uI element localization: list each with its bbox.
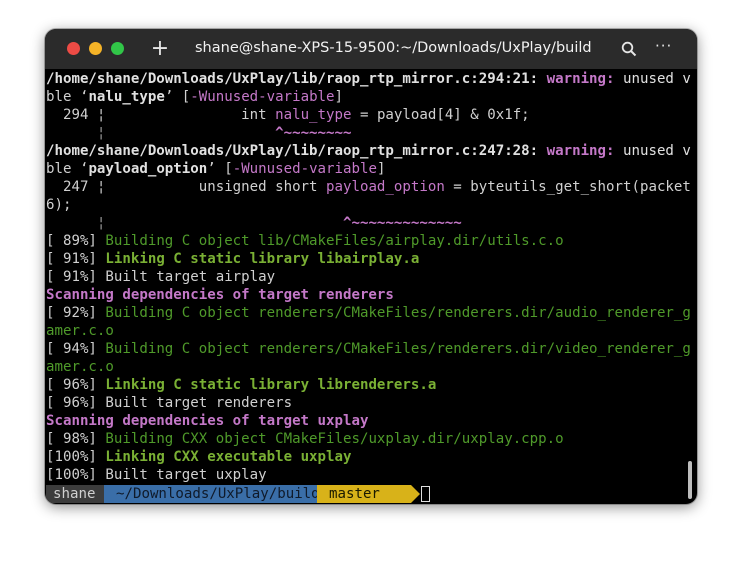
build-step: Building CXX object CMakeFiles/uxplay.di… (105, 431, 564, 447)
prompt-branch: master (317, 485, 411, 503)
terminal-line: ble ‘payload_option’ [-Wunused-variable] (46, 160, 691, 178)
warning-text: ’ [ (164, 89, 191, 105)
link-step: Linking C static library libairplay.a (105, 251, 420, 267)
source-line: = byteutils_get_short(packet, (444, 179, 691, 195)
build-step: Building C object renderers/CMakeFiles/r… (105, 341, 691, 357)
gutter: ¦ (46, 125, 276, 141)
warning-text: ’ [ (207, 161, 233, 177)
build-status: [ 91%] Built target airplay (46, 269, 276, 285)
terminal-line: [ 96%] Linking C static library librende… (46, 376, 691, 394)
terminal-line: ble ‘nalu_type’ [-Wunused-variable] (46, 88, 691, 106)
branch-name: master (329, 486, 380, 502)
warning-location: /home/shane/Downloads/UxPlay/lib/raop_rt… (46, 71, 539, 87)
caret-marker: ^~~~~~~~~ (275, 125, 352, 141)
prompt-separator (411, 485, 420, 503)
terminal-line: [ 96%] Built target renderers (46, 394, 691, 412)
scan-step: Scanning dependencies of target uxplay (46, 413, 369, 429)
build-step: Building C object renderers/CMakeFiles/r… (105, 305, 691, 321)
build-progress: [ 96%] (46, 377, 106, 393)
terminal-line: [ 94%] Building C object renderers/CMake… (46, 340, 691, 358)
link-step: Linking CXX executable uxplay (105, 449, 352, 465)
build-progress: [ 98%] (46, 431, 106, 447)
variable-name: payload_option (88, 161, 208, 177)
terminal-output[interactable]: /home/shane/Downloads/UxPlay/lib/raop_rt… (46, 70, 691, 484)
title-bar: + shane@shane-XPS-15-9500:~/Downloads/Ux… (45, 29, 697, 69)
terminal-line: Scanning dependencies of target uxplay (46, 412, 691, 430)
terminal-line: Scanning dependencies of target renderer… (46, 286, 691, 304)
warning-text: ] (376, 161, 386, 177)
prompt-path: ~/Downloads/UxPlay/build (104, 485, 320, 503)
terminal-line: [ 98%] Building CXX object CMakeFiles/ux… (46, 430, 691, 448)
terminal-line: [ 91%] Linking C static library libairpl… (46, 250, 691, 268)
terminal-line: [ 89%] Building C object lib/CMakeFiles/… (46, 232, 691, 250)
build-status: [ 96%] Built target renderers (46, 395, 293, 411)
terminal-line: amer.c.o (46, 358, 691, 376)
terminal-line: /home/shane/Downloads/UxPlay/lib/raop_rt… (46, 142, 691, 160)
terminal-line: /home/shane/Downloads/UxPlay/lib/raop_rt… (46, 70, 691, 88)
terminal-line: 294 ¦ int nalu_type = payload[4] & 0x1f; (46, 106, 691, 124)
warning-location: /home/shane/Downloads/UxPlay/lib/raop_rt… (46, 143, 539, 159)
terminal-window: + shane@shane-XPS-15-9500:~/Downloads/Ux… (45, 29, 697, 504)
close-button[interactable] (67, 42, 80, 55)
source-line: 6); (46, 197, 72, 213)
caret-marker: ^~~~~~~~~~~~~~ (342, 215, 462, 231)
terminal-line: amer.c.o (46, 322, 691, 340)
terminal-line: ¦ ^~~~~~~~~ (46, 124, 691, 142)
search-icon[interactable] (621, 41, 637, 57)
source-highlight: nalu_type (275, 107, 352, 123)
terminal-line: [100%] Linking CXX executable uxplay (46, 448, 691, 466)
build-progress: [ 92%] (46, 305, 106, 321)
prompt-user: shane (46, 485, 104, 503)
minimize-button[interactable] (89, 42, 102, 55)
text-cursor[interactable] (421, 486, 430, 502)
terminal-line: [ 91%] Built target airplay (46, 268, 691, 286)
warning-flag: -Wunused-variable (190, 89, 335, 105)
terminal-line: 247 ¦ unsigned short payload_option = by… (46, 178, 691, 196)
build-progress: [100%] (46, 449, 106, 465)
scan-step: Scanning dependencies of target renderer… (46, 287, 394, 303)
new-tab-button[interactable]: + (148, 37, 172, 61)
build-progress: [ 91%] (46, 251, 106, 267)
window-title: shane@shane-XPS-15-9500:~/Downloads/UxPl… (195, 40, 592, 56)
terminal-line: [100%] Built target uxplay (46, 466, 691, 484)
maximize-button[interactable] (111, 42, 124, 55)
build-status: [100%] Built target uxplay (46, 467, 267, 483)
warning-label: warning: (538, 71, 615, 87)
warning-text: unused varia (623, 71, 691, 87)
source-line: 294 ¦ int (46, 107, 276, 123)
terminal-line: ¦ ^~~~~~~~~~~~~~ (46, 214, 691, 232)
menu-button[interactable]: ··· (655, 37, 672, 55)
warning-label: warning: (538, 143, 615, 159)
source-highlight: payload_option (326, 179, 445, 195)
build-progress: [ 89%] (46, 233, 106, 249)
source-line: 247 ¦ unsigned short (46, 179, 327, 195)
warning-text: ble ‘ (46, 161, 89, 177)
gutter: ¦ (46, 215, 343, 231)
warning-text: ble ‘ (46, 89, 89, 105)
scrollbar[interactable] (688, 461, 692, 499)
source-line: = payload[4] & 0x1f; (351, 107, 530, 123)
variable-name: nalu_type (88, 89, 165, 105)
warning-text: unused varia (623, 143, 691, 159)
build-step: Building C object lib/CMakeFiles/airplay… (105, 233, 564, 249)
warning-flag: -Wunused-variable (232, 161, 377, 177)
build-step: amer.c.o (46, 323, 114, 339)
build-step: amer.c.o (46, 359, 114, 375)
build-progress: [ 94%] (46, 341, 106, 357)
terminal-line: [ 92%] Building C object renderers/CMake… (46, 304, 691, 322)
link-step: Linking C static library librenderers.a (105, 377, 437, 393)
terminal-line: 6); (46, 196, 691, 214)
warning-text: ] (334, 89, 344, 105)
